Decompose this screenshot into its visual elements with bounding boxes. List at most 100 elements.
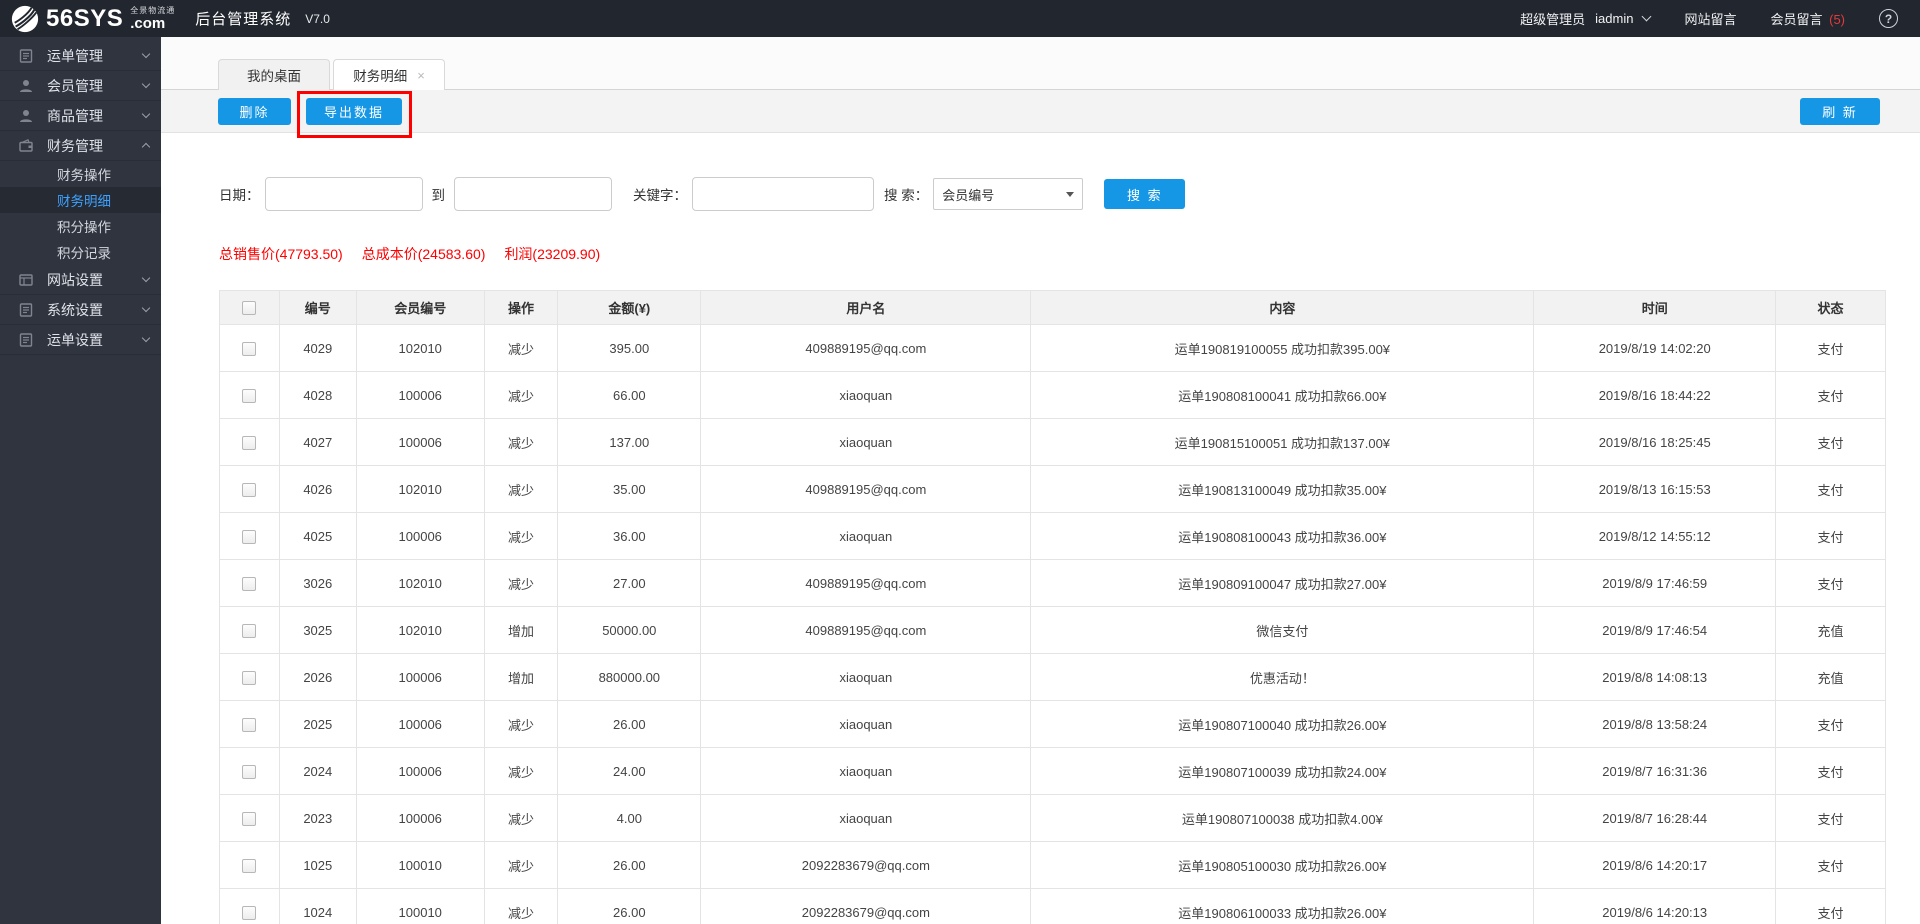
cell-content-link[interactable]: 运单190813100049 成功扣款35.00¥ — [1030, 465, 1535, 513]
cell-content-link[interactable]: 运单190807100039 成功扣款24.00¥ — [1030, 747, 1535, 795]
row-checkbox[interactable] — [242, 435, 257, 450]
cell-time: 2019/8/16 18:44:22 — [1533, 371, 1776, 419]
date-to-input[interactable] — [454, 177, 612, 211]
cell-time: 2019/8/13 16:15:53 — [1533, 465, 1776, 513]
cell-content-link[interactable]: 微信支付 — [1030, 606, 1535, 654]
sidebar-item-website-settings[interactable]: 网站设置 — [0, 265, 161, 295]
cell-username-link[interactable]: xiaoquan — [700, 371, 1032, 419]
export-data-button[interactable]: 导出数据 — [306, 97, 403, 125]
row-checkbox[interactable] — [242, 482, 257, 497]
close-icon[interactable]: × — [417, 69, 425, 82]
row-checkbox[interactable] — [242, 388, 257, 403]
cell-username-link[interactable]: xiaoquan — [700, 418, 1032, 466]
user-menu[interactable]: 超级管理员 iadmin — [1520, 9, 1652, 28]
cell-amount: 24.00 — [557, 747, 702, 795]
sidebar-item-waybill-mgmt[interactable]: 运单管理 — [0, 41, 161, 71]
member-messages-link[interactable]: 会员留言 (5) — [1770, 9, 1845, 28]
row-checkbox[interactable] — [242, 764, 257, 779]
clipboard-icon — [19, 332, 33, 347]
logo-icon — [11, 5, 39, 32]
tab-my-desktop[interactable]: 我的桌面 — [218, 59, 330, 90]
cell-amount: 26.00 — [557, 888, 702, 924]
tab-finance-detail[interactable]: 财务明细 × — [333, 59, 445, 90]
cell-content-link[interactable]: 运单190815100051 成功扣款137.00¥ — [1030, 418, 1535, 466]
date-from-input[interactable] — [264, 177, 423, 211]
cell-status: 支付 — [1775, 700, 1886, 748]
row-checkbox[interactable] — [242, 576, 257, 591]
sidebar-subitem-points-ops[interactable]: 积分操作 — [0, 213, 161, 239]
cell-username-link[interactable]: 409889195@qq.com — [700, 465, 1032, 513]
wallet-icon — [19, 138, 33, 152]
cell-username-link[interactable]: xiaoquan — [700, 700, 1032, 748]
cell-amount: 27.00 — [557, 559, 702, 607]
cell-amount: 66.00 — [557, 371, 702, 419]
sidebar-item-product-mgmt[interactable]: 商品管理 — [0, 101, 161, 131]
cell-time: 2019/8/6 14:20:13 — [1533, 888, 1776, 924]
cell-content-link[interactable]: 运单190806100033 成功扣款26.00¥ — [1030, 888, 1535, 924]
sidebar-item-waybill-settings[interactable]: 运单设置 — [0, 325, 161, 355]
cell-username-link[interactable]: xiaoquan — [700, 653, 1032, 701]
sidebar-subitem-finance-detail[interactable]: 财务明细 — [0, 187, 161, 213]
cell-content-link[interactable]: 运单190809100047 成功扣款27.00¥ — [1030, 559, 1535, 607]
search-type-select[interactable]: 会员编号 — [933, 178, 1084, 210]
table-row: 4026 102010 减少 35.00 409889195@qq.com 运单… — [219, 465, 1886, 513]
cell-op: 增加 — [483, 606, 559, 654]
cell-username-link[interactable]: 2092283679@qq.com — [700, 888, 1032, 924]
sidebar-nav: 运单管理 会员管理 商品管理 财务管理 财务操作 财务明细 积分操作 积分记录 … — [0, 37, 161, 924]
cell-username-link[interactable]: 409889195@qq.com — [700, 324, 1032, 372]
row-checkbox-cell — [219, 512, 280, 560]
help-icon[interactable]: ? — [1879, 9, 1898, 28]
user-name: iadmin — [1595, 11, 1634, 26]
cell-status: 充值 — [1775, 606, 1886, 654]
cell-username-link[interactable]: xiaoquan — [700, 512, 1032, 560]
cell-content-link[interactable]: 优惠活动！ — [1030, 653, 1535, 701]
sidebar-item-finance-mgmt[interactable]: 财务管理 — [0, 131, 161, 161]
row-checkbox[interactable] — [242, 623, 257, 638]
sidebar-item-label: 会员管理 — [47, 77, 103, 94]
search-button[interactable]: 搜 索 — [1104, 179, 1186, 209]
cell-status: 支付 — [1775, 512, 1886, 560]
person-icon — [20, 79, 32, 92]
sidebar-item-member-mgmt[interactable]: 会员管理 — [0, 71, 161, 101]
refresh-button[interactable]: 刷 新 — [1800, 97, 1880, 125]
cell-amount: 36.00 — [557, 512, 702, 560]
cell-username-link[interactable]: xiaoquan — [700, 747, 1032, 795]
cell-username-link[interactable]: 409889195@qq.com — [700, 559, 1032, 607]
sidebar-item-system-settings[interactable]: 系统设置 — [0, 295, 161, 325]
cell-username-link[interactable]: 2092283679@qq.com — [700, 841, 1032, 889]
row-checkbox[interactable] — [242, 717, 257, 732]
cell-username-link[interactable]: xiaoquan — [700, 794, 1032, 842]
keyword-input[interactable] — [692, 177, 874, 211]
cell-time: 2019/8/8 14:08:13 — [1533, 653, 1776, 701]
cell-content-link[interactable]: 运单190805100030 成功扣款26.00¥ — [1030, 841, 1535, 889]
cell-content-link[interactable]: 运单190807100038 成功扣款4.00¥ — [1030, 794, 1535, 842]
cell-op: 减少 — [483, 700, 559, 748]
row-checkbox[interactable] — [242, 670, 257, 685]
cell-content-link[interactable]: 运单190808100043 成功扣款36.00¥ — [1030, 512, 1535, 560]
person-icon — [20, 109, 32, 122]
col-header-content: 内容 — [1030, 290, 1535, 325]
cell-content-link[interactable]: 运单190807100040 成功扣款26.00¥ — [1030, 700, 1535, 748]
row-checkbox[interactable] — [242, 905, 257, 920]
member-messages-label: 会员留言 — [1770, 12, 1823, 27]
row-checkbox-cell — [219, 606, 280, 654]
table-body: 4029 102010 减少 395.00 409889195@qq.com 运… — [219, 324, 1886, 924]
cell-content-link[interactable]: 运单190808100041 成功扣款66.00¥ — [1030, 371, 1535, 419]
cell-amount: 26.00 — [557, 841, 702, 889]
finance-table: 编号 会员编号 操作 金额(¥) 用户名 内容 时间 状态 4029 10201… — [219, 290, 1886, 924]
row-checkbox[interactable] — [242, 529, 257, 544]
row-checkbox[interactable] — [242, 811, 257, 826]
user-role: 超级管理员 — [1520, 12, 1586, 27]
table-row: 4029 102010 减少 395.00 409889195@qq.com 运… — [219, 324, 1886, 372]
row-checkbox[interactable] — [242, 341, 257, 356]
delete-button[interactable]: 删除 — [218, 97, 291, 125]
select-all-checkbox[interactable] — [242, 301, 257, 316]
table-row: 1025 100010 减少 26.00 2092283679@qq.com 运… — [219, 841, 1886, 889]
row-checkbox[interactable] — [242, 858, 257, 873]
sidebar-subitem-finance-ops[interactable]: 财务操作 — [0, 161, 161, 187]
sidebar-subitem-points-records[interactable]: 积分记录 — [0, 239, 161, 265]
cell-username-link[interactable]: 409889195@qq.com — [700, 606, 1032, 654]
cell-content-link[interactable]: 运单190819100055 成功扣款395.00¥ — [1030, 324, 1535, 372]
cell-op: 减少 — [483, 418, 559, 466]
site-messages-link[interactable]: 网站留言 — [1684, 9, 1736, 28]
